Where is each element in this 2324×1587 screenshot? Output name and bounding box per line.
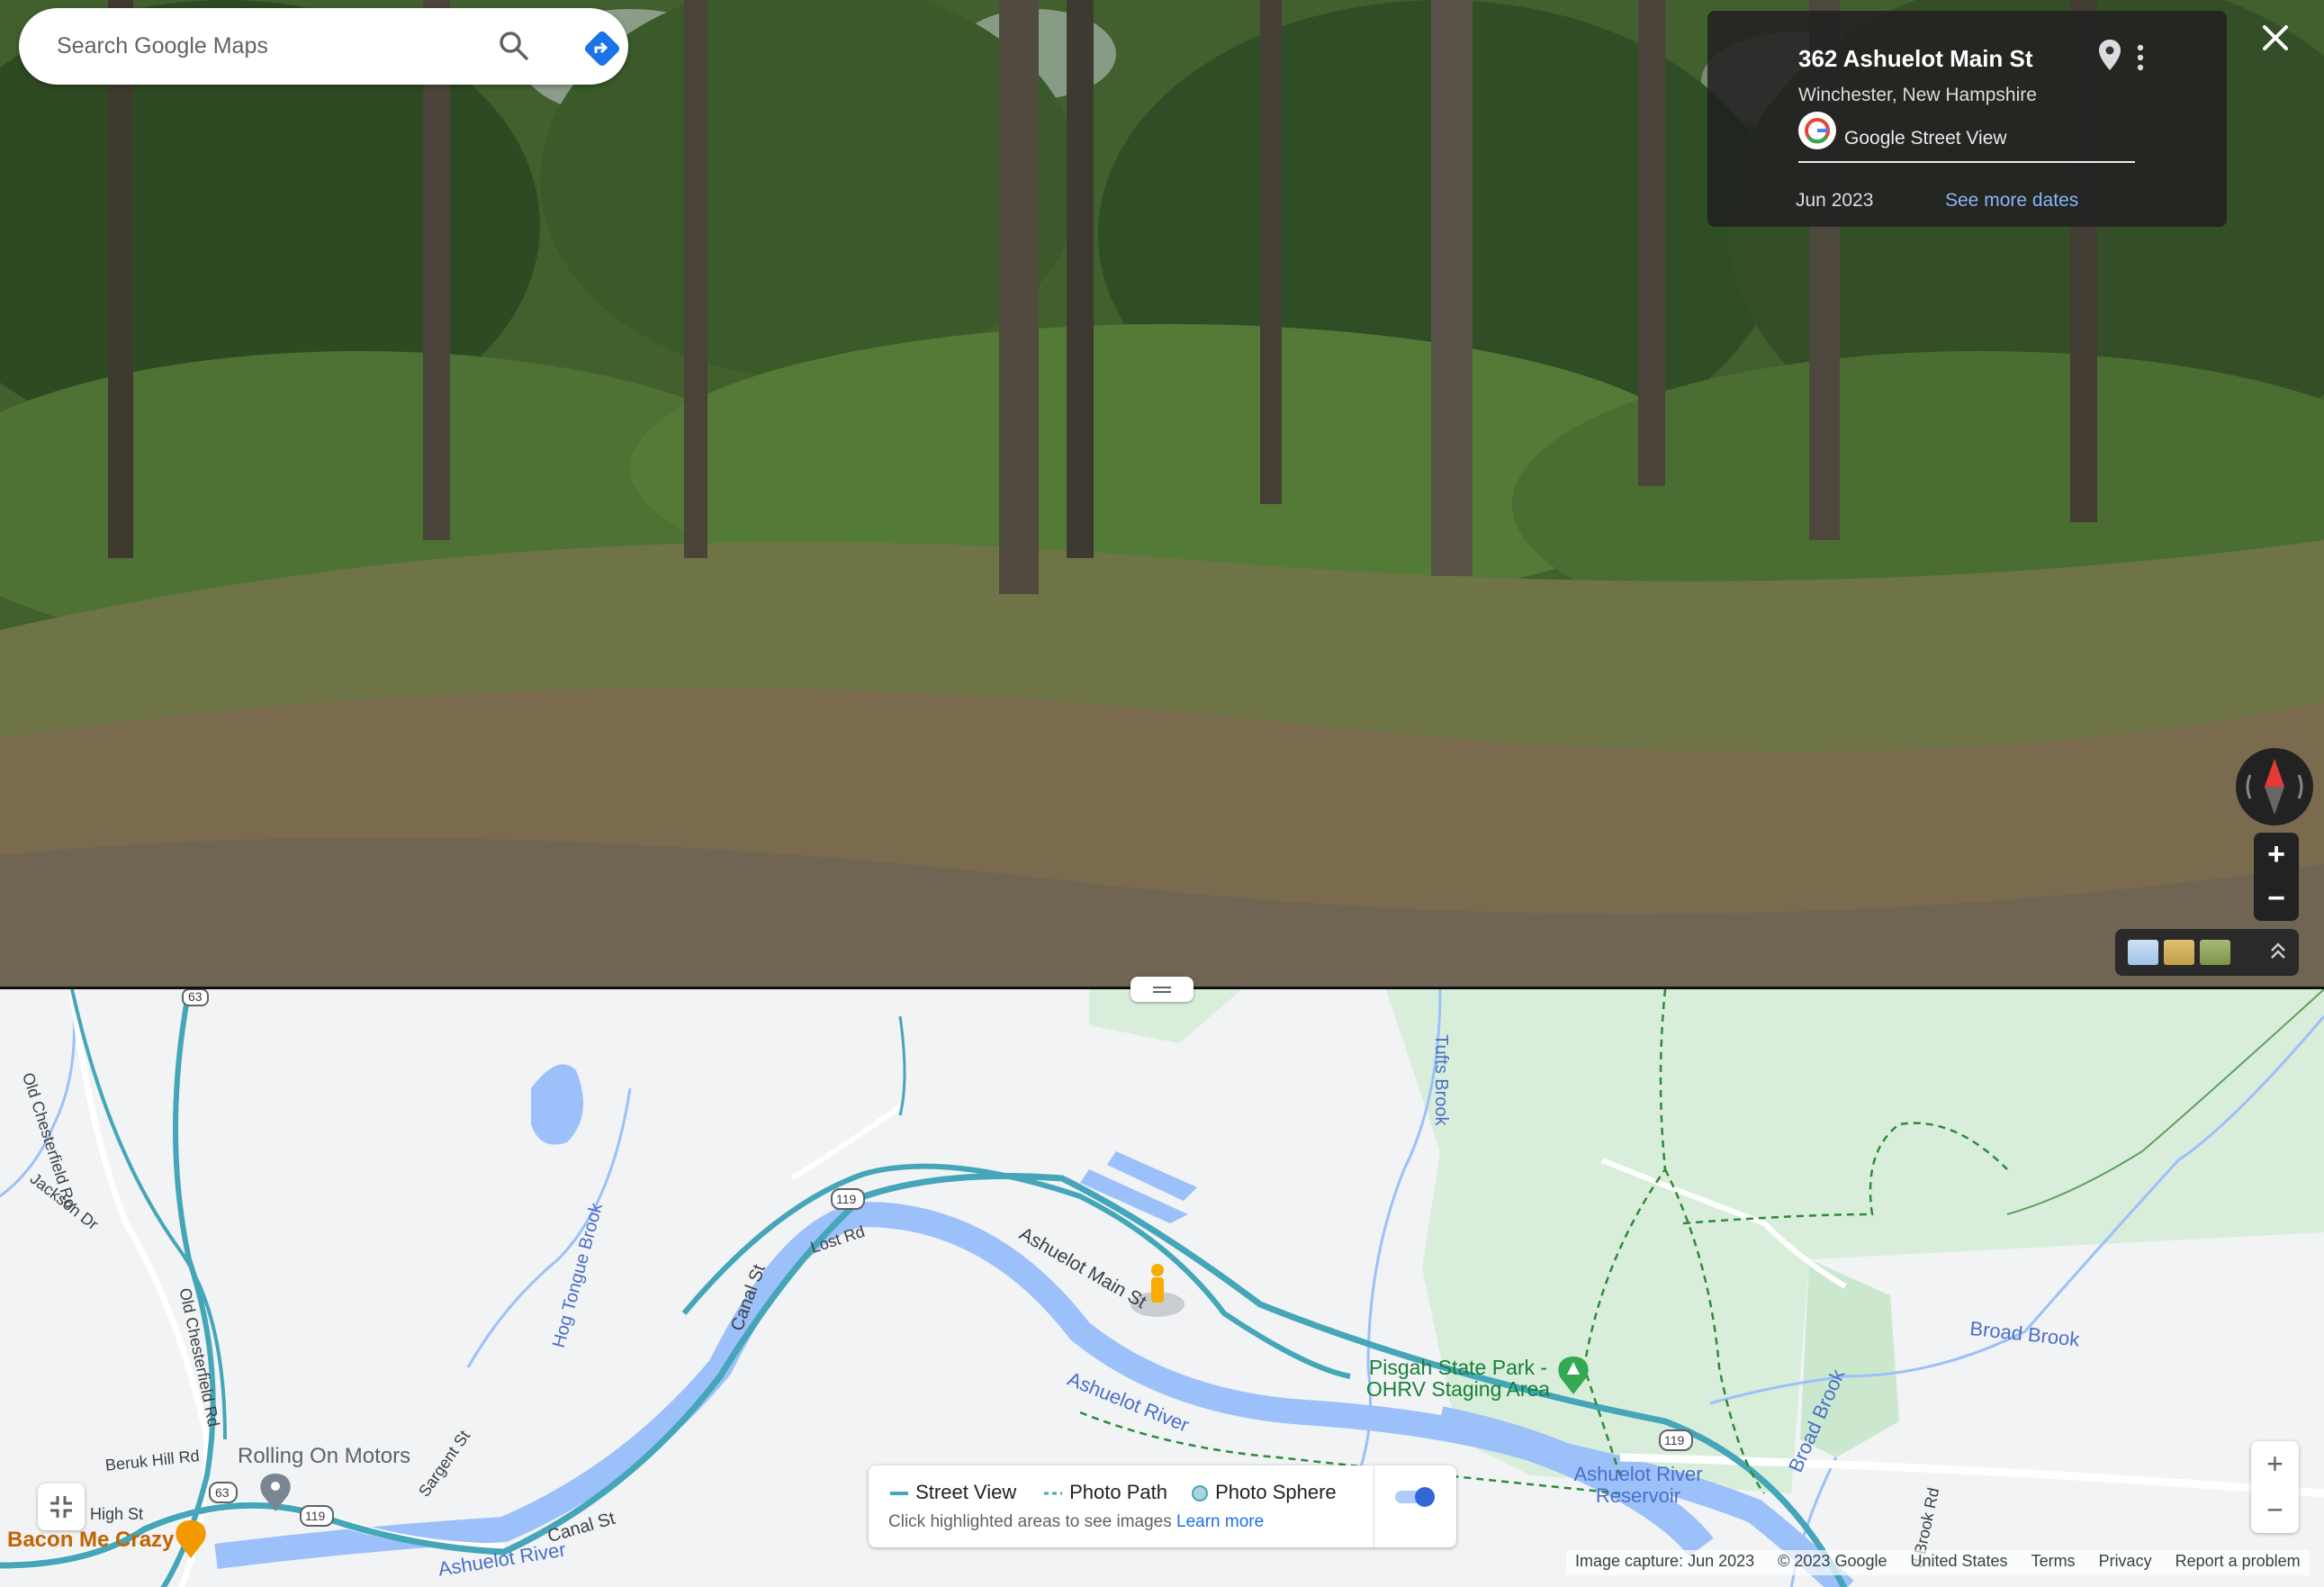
photo-path-line-icon [1044,1492,1062,1495]
pano-zoom-in-button[interactable]: + [2254,833,2299,877]
pano-zoom-control: + − [2254,833,2299,921]
imagery-layers-strip [2115,929,2299,976]
poi-label[interactable]: Rolling On Motors [238,1444,410,1469]
search-input[interactable] [57,30,471,62]
privacy-link[interactable]: Privacy [2099,1552,2152,1573]
park-label[interactable]: Pisgah State Park - OHRV Staging Area [1350,1357,1566,1400]
more-options-icon[interactable] [2131,40,2149,76]
address-title: 362 Ashuelot Main St [1798,45,2033,72]
location-info-card: 362 Ashuelot Main St Winchester, New Ham… [1707,11,2227,227]
legend-hint: Click highlighted areas to see images Le… [888,1512,1265,1531]
water-label: Tufts Brook [1431,1034,1451,1126]
capture-date: Jun 2023 [1796,190,1874,211]
report-problem-link[interactable]: Report a problem [2175,1552,2301,1573]
road-label: High St [90,1505,144,1523]
layer-thumb-map[interactable] [2128,940,2158,965]
legend-street-view: Street View [888,1481,1016,1504]
map-zoom-out-button[interactable]: − [2251,1487,2299,1533]
google-logo-icon [1798,112,1836,149]
copyright: © 2023 Google [1778,1552,1887,1570]
address-subtitle: Winchester, New Hampshire [1798,85,2037,105]
map-zoom-control: + − [2251,1441,2299,1533]
search-box[interactable] [19,8,628,85]
split-resize-handle[interactable] [1130,977,1194,1002]
learn-more-link[interactable]: Learn more [1176,1512,1264,1531]
route-63-shield-label: 63 [188,989,203,1004]
directions-icon[interactable] [583,30,621,68]
route-119-shield-label: 119 [1664,1433,1685,1447]
compass-icon[interactable] [2236,748,2313,825]
water-label: Ashuelot River Reservoir [1573,1463,1703,1507]
search-icon[interactable] [496,28,532,64]
close-icon[interactable] [2257,20,2293,56]
street-view-legend: Street View Photo Path Photo Sphere Clic… [869,1465,1456,1547]
photo-sphere-icon [1192,1485,1208,1502]
image-capture-date: Image capture: Jun 2023 [1575,1552,1755,1570]
route-119-shield-label: 119 [836,1192,857,1206]
map-footer: Image capture: Jun 2023 © 2023 Google Un… [1566,1550,2310,1575]
country-link[interactable]: United States [1911,1552,2008,1573]
legend-photo-path: Photo Path [1042,1481,1167,1504]
route-119-shield-label: 119 [305,1509,326,1523]
map-zoom-in-button[interactable]: + [2251,1441,2299,1487]
layer-thumb-satellite[interactable] [2200,940,2230,965]
layer-thumb-terrain[interactable] [2164,940,2194,965]
street-view-app: 362 Ashuelot Main St Winchester, New Ham… [0,0,2324,1587]
street-view-line-icon [890,1492,908,1496]
terms-link[interactable]: Terms [2031,1552,2076,1573]
source-label: Google Street View [1844,128,2007,149]
route-63-shield-label: 63 [215,1485,230,1500]
chevron-up-icon[interactable] [2265,938,2292,965]
pano-zoom-out-button[interactable]: − [2254,877,2299,921]
poi-label[interactable]: Bacon Me Crazy [7,1528,174,1553]
card-divider [1798,161,2135,163]
map-pin-icon[interactable] [2096,38,2123,74]
collapse-icon [50,1496,72,1518]
collapse-map-button[interactable] [38,1483,85,1530]
street-view-panorama[interactable]: 362 Ashuelot Main St Winchester, New Ham… [0,0,2324,987]
legend-photo-sphere: Photo Sphere [1190,1481,1337,1504]
see-more-dates-link[interactable]: See more dates [1945,190,2078,212]
coverage-toggle[interactable] [1393,1483,1438,1510]
